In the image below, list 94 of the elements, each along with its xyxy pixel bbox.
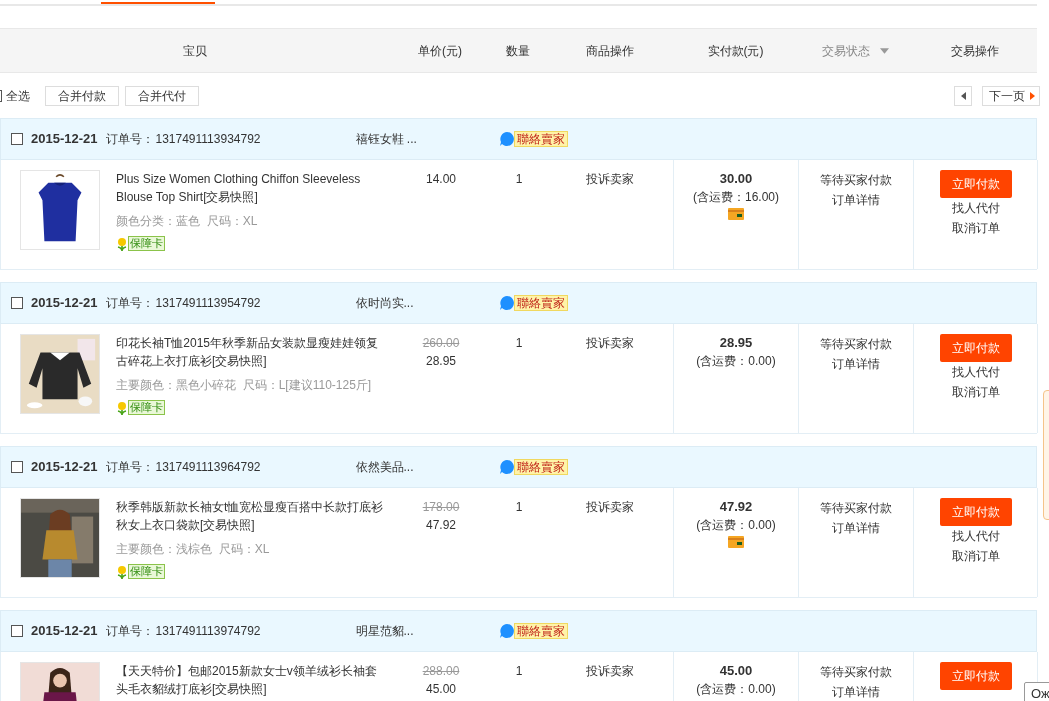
total-paid: 47.92: [719, 498, 753, 516]
chat-bubble-icon: [498, 459, 515, 475]
quantity: 1: [515, 663, 523, 680]
quantity: 1: [515, 335, 523, 352]
order-detail-link[interactable]: 订单详情: [832, 354, 880, 374]
order-status: 等待买家付款: [820, 664, 892, 681]
order-number: 1317491113974792: [155, 623, 262, 640]
complain-seller-link[interactable]: 投诉卖家: [586, 334, 634, 352]
chat-bubble-icon: [498, 131, 515, 147]
chat-bubble-icon: [498, 295, 515, 311]
column-header: 数量: [506, 42, 530, 60]
column-header: 交易状态: [822, 42, 870, 60]
product-title[interactable]: 印花长袖T恤2015年秋季新品女装款显瘦娃娃领复古碎花上衣打底衫[交易快照]: [116, 334, 386, 370]
contact-seller-button[interactable]: 聯絡賣家: [513, 131, 568, 147]
checkbox[interactable]: [11, 133, 23, 145]
shipping-fee: (含运费：0.00): [696, 353, 776, 370]
merge-button[interactable]: 合并付款: [45, 86, 119, 106]
column-header: 实付款(元): [707, 42, 764, 60]
complain-seller-link[interactable]: 投诉卖家: [586, 170, 634, 188]
shipping-fee: (含运费：16.00): [693, 189, 779, 206]
order-number: 1317491113964792: [155, 459, 262, 476]
corner-popup-button[interactable]: Ож: [1024, 682, 1049, 701]
right-arrow-icon: [1030, 92, 1035, 100]
product-sku: 颜色分类：蓝色 尺码：XL: [116, 213, 259, 230]
product-title[interactable]: Plus Size Women Clothing Chiffon Sleeveless Blouse Top Shirt[交易快照]: [116, 170, 386, 206]
dropdown-caret-icon[interactable]: [880, 47, 889, 54]
order-date: 2015-12-21: [31, 622, 98, 641]
order-action-link[interactable]: 找人代付: [951, 198, 1000, 218]
column-header: 交易操作: [951, 42, 999, 60]
order-date: 2015-12-21: [31, 294, 98, 313]
order-number-label: 订单号：: [105, 295, 154, 312]
order-action-link[interactable]: 取消订单: [951, 382, 1000, 402]
unit-price: 14.00: [426, 171, 456, 188]
unit-price: 47.92: [426, 517, 456, 534]
flower-icon: [116, 564, 128, 579]
quantity: 1: [515, 171, 523, 188]
order-status: 等待买家付款: [820, 172, 892, 189]
select-all-label[interactable]: 全选: [6, 87, 30, 105]
shop-name[interactable]: 明星范貂...: [355, 622, 499, 640]
order-number-label: 订单号：: [105, 623, 154, 640]
column-header: 商品操作: [585, 42, 634, 60]
quantity: 1: [515, 499, 523, 516]
contact-seller-button[interactable]: 聯絡賣家: [513, 459, 568, 475]
previous-page-button[interactable]: [954, 86, 972, 106]
original-price: 288.00: [422, 663, 460, 680]
guarantee-badge[interactable]: 保障卡: [128, 400, 165, 415]
checkbox[interactable]: [11, 625, 23, 637]
unit-price: 45.00: [426, 681, 456, 698]
checkbox[interactable]: [11, 461, 23, 473]
chat-bubble-icon: [498, 623, 515, 639]
guarantee-badge[interactable]: 保障卡: [128, 236, 165, 251]
flower-icon: [116, 236, 128, 251]
product-sku: 主要颜色：浅棕色 尺码：XL: [116, 541, 271, 558]
total-paid: 30.00: [719, 170, 753, 188]
total-paid: 45.00: [719, 662, 753, 680]
order-number: 1317491113954792: [155, 295, 262, 312]
order-action-link[interactable]: 取消订单: [951, 546, 1000, 566]
complain-seller-link[interactable]: 投诉卖家: [586, 662, 634, 680]
flower-icon: [116, 400, 128, 415]
order-number-label: 订单号：: [105, 131, 154, 148]
order-action-link[interactable]: 找人代付: [951, 526, 1000, 546]
original-price: 260.00: [422, 335, 460, 352]
column-header: 宝贝: [183, 42, 207, 60]
order-status: 等待买家付款: [820, 336, 892, 353]
product-sku: 主要颜色：黑色小碎花 尺码：L[建议110-125斤]: [116, 377, 373, 394]
product-title[interactable]: 秋季韩版新款长袖女t恤宽松显瘦百搭中长款打底衫秋女上衣口袋款[交易快照]: [116, 498, 386, 534]
checkbox[interactable]: [11, 297, 23, 309]
order-action-link[interactable]: 找人代付: [951, 362, 1000, 382]
order-status: 等待买家付款: [820, 500, 892, 517]
unit-price: 28.95: [426, 353, 456, 370]
order-number-label: 订单号：: [105, 459, 154, 476]
product-title[interactable]: 【天天特价】包邮2015新款女士v领羊绒衫长袖套头毛衣貂绒打底衫[交易快照]: [116, 662, 386, 698]
order-detail-link[interactable]: 订单详情: [832, 190, 880, 210]
total-paid: 28.95: [719, 334, 753, 352]
shipping-fee: (含运费：0.00): [696, 681, 776, 698]
guarantee-badge[interactable]: 保障卡: [128, 564, 165, 579]
merge-button[interactable]: 合并代付: [125, 86, 199, 106]
shipping-fee: (含运费：0.00): [696, 517, 776, 534]
next-page-button[interactable]: 下一页: [982, 86, 1040, 106]
order-detail-link[interactable]: 订单详情: [832, 682, 880, 701]
order-date: 2015-12-21: [31, 130, 98, 149]
shop-name[interactable]: 依时尚实...: [355, 294, 499, 312]
complain-seller-link[interactable]: 投诉卖家: [586, 498, 634, 516]
contact-seller-button[interactable]: 聯絡賣家: [513, 295, 568, 311]
order-detail-link[interactable]: 订单详情: [832, 518, 880, 538]
order-date: 2015-12-21: [31, 458, 98, 477]
left-arrow-icon: [960, 92, 966, 100]
order-action-link[interactable]: 取消订单: [951, 218, 1000, 238]
column-header: 单价(元): [418, 42, 462, 60]
original-price: 178.00: [422, 499, 460, 516]
shop-name[interactable]: 禧钰女鞋 ...: [355, 130, 499, 148]
shop-name[interactable]: 依然美品...: [355, 458, 499, 476]
order-number: 1317491113934792: [155, 131, 262, 148]
contact-seller-button[interactable]: 聯絡賣家: [513, 623, 568, 639]
